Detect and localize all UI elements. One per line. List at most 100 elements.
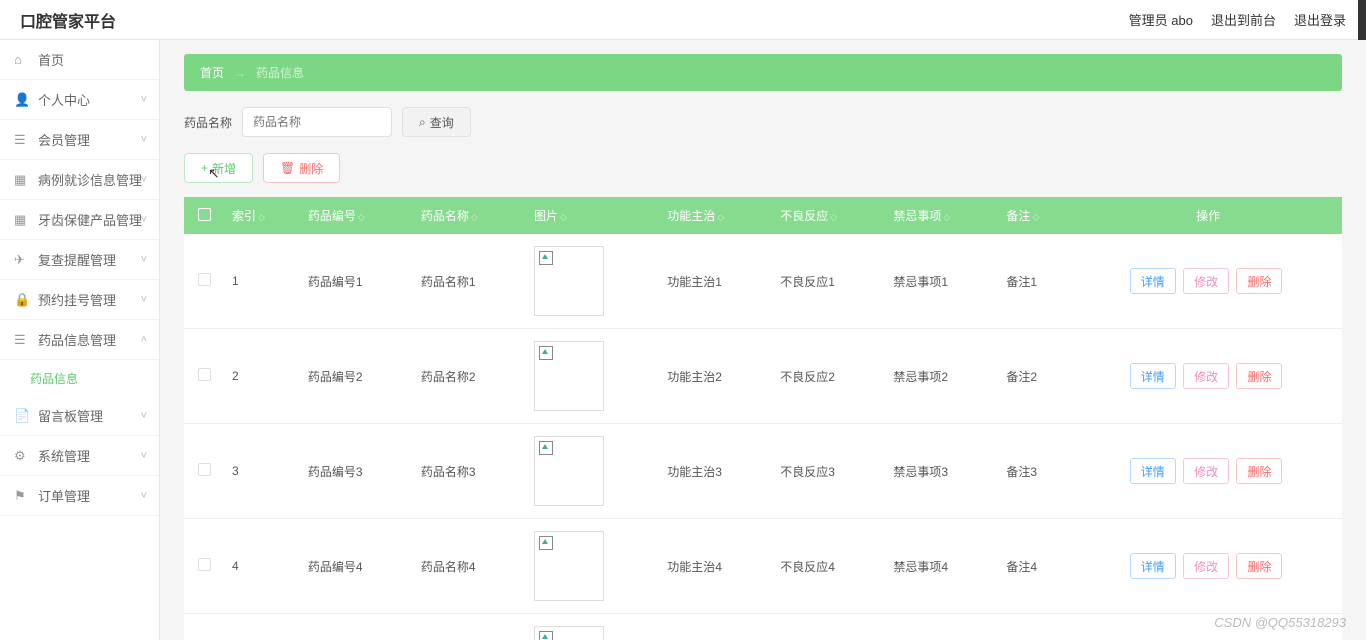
- cell-name: 药品名称4: [413, 519, 526, 614]
- cell-code: 药品编号1: [300, 234, 413, 329]
- image-placeholder[interactable]: [534, 246, 604, 316]
- chevron-down-icon: ˅: [141, 294, 147, 306]
- back-frontend-link[interactable]: 退出到前台: [1211, 10, 1276, 29]
- sidebar-item-6[interactable]: 🔒预约挂号管理˅: [0, 280, 159, 320]
- th-2[interactable]: 药品名称◇: [413, 197, 526, 234]
- cell-note: 备注1: [998, 234, 1074, 329]
- logout-link[interactable]: 退出登录: [1294, 10, 1346, 29]
- chevron-up-icon: ˄: [141, 334, 147, 346]
- sort-icon: ◇: [471, 212, 478, 222]
- submenu-item[interactable]: 药品信息: [0, 360, 159, 396]
- cell-name: 药品名称1: [413, 234, 526, 329]
- sidebar-item-7[interactable]: ☰药品信息管理˄: [0, 320, 159, 360]
- add-label: 新增: [212, 160, 236, 177]
- home-icon: ⌂: [14, 52, 30, 67]
- cell-image: [526, 329, 659, 424]
- cell-actions: 详情 修改 删除: [1074, 234, 1342, 329]
- user-icon: 👤: [14, 92, 30, 108]
- gear-icon: ⚙: [14, 448, 30, 464]
- chevron-down-icon: ˅: [141, 134, 147, 146]
- cell-idx: 3: [224, 424, 300, 519]
- th-0[interactable]: 索引◇: [224, 197, 300, 234]
- cell-note: 备注3: [998, 424, 1074, 519]
- breadcrumb-current: 药品信息: [256, 64, 304, 81]
- arrow-icon: →: [234, 66, 246, 80]
- drug-name-input[interactable]: [242, 107, 392, 137]
- sidebar-item-2[interactable]: ☰会员管理˅: [0, 120, 159, 160]
- sidebar-item-label: 预约挂号管理: [38, 290, 116, 309]
- app-title: 口腔管家平台: [20, 8, 116, 32]
- send-icon: ✈: [14, 252, 30, 268]
- sidebar-item-9[interactable]: ⚙系统管理˅: [0, 436, 159, 476]
- sort-icon: ◇: [560, 212, 567, 222]
- cell-name: 药品名称5: [413, 614, 526, 640]
- row-checkbox[interactable]: [198, 463, 211, 476]
- table-row: 2 药品编号2 药品名称2 功能主治2 不良反应2 禁忌事项2 备注2 详情 修…: [184, 329, 1342, 424]
- sidebar: ⌂首页👤个人中心˅☰会员管理˅▦病例就诊信息管理˅▦牙齿保健产品管理˅ ✈ 复查提醒…: [0, 40, 160, 640]
- cell-func: 功能主治4: [659, 519, 772, 614]
- cell-adverse: 不良反应1: [772, 234, 885, 329]
- image-placeholder[interactable]: [534, 341, 604, 411]
- row-delete-button[interactable]: 删除: [1236, 363, 1282, 389]
- doc-icon: 📄: [14, 408, 30, 424]
- sidebar-item-label: 药品信息管理: [38, 330, 116, 349]
- cell-code: 药品编号4: [300, 519, 413, 614]
- row-checkbox[interactable]: [198, 273, 211, 286]
- edit-button[interactable]: 修改: [1183, 268, 1229, 294]
- th-7[interactable]: 备注◇: [998, 197, 1074, 234]
- sidebar-item-0[interactable]: ⌂首页: [0, 40, 159, 80]
- th-5[interactable]: 不良反应◇: [772, 197, 885, 234]
- image-placeholder[interactable]: [534, 531, 604, 601]
- add-button[interactable]: + 新增: [184, 153, 253, 183]
- row-delete-button[interactable]: 删除: [1236, 268, 1282, 294]
- row-checkbox[interactable]: [198, 558, 211, 571]
- row-checkbox[interactable]: [198, 368, 211, 381]
- sidebar-item-8[interactable]: 📄留言板管理˅: [0, 396, 159, 436]
- sidebar-item-5[interactable]: ✈复查提醒管理˅: [0, 240, 159, 280]
- image-placeholder[interactable]: [534, 626, 604, 640]
- edit-button[interactable]: 修改: [1183, 458, 1229, 484]
- row-delete-button[interactable]: 删除: [1236, 553, 1282, 579]
- detail-button[interactable]: 详情: [1130, 458, 1176, 484]
- sort-icon: ◇: [258, 212, 265, 222]
- search-icon: ⌕: [419, 115, 426, 130]
- chevron-down-icon: ˅: [141, 450, 147, 462]
- cell-taboo: 禁忌事项3: [885, 424, 998, 519]
- cell-taboo: 禁忌事项1: [885, 234, 998, 329]
- scrollbar[interactable]: [1358, 0, 1366, 40]
- header: 口腔管家平台 管理员 abo 退出到前台 退出登录: [0, 0, 1366, 40]
- cell-note: 备注4: [998, 519, 1074, 614]
- sidebar-item-label: 留言板管理: [38, 406, 103, 425]
- detail-button[interactable]: 详情: [1130, 553, 1176, 579]
- sidebar-item-3[interactable]: ▦病例就诊信息管理˅: [0, 160, 159, 200]
- sidebar-item-label: 复查提醒管理: [38, 250, 116, 269]
- cell-idx: 5: [224, 614, 300, 640]
- detail-button[interactable]: 详情: [1130, 268, 1176, 294]
- breadcrumb-home[interactable]: 首页: [200, 64, 224, 81]
- chevron-down-icon: ˅: [141, 214, 147, 226]
- sidebar-item-4[interactable]: ▦牙齿保健产品管理˅: [0, 200, 159, 240]
- cell-name: 药品名称3: [413, 424, 526, 519]
- th-1[interactable]: 药品编号◇: [300, 197, 413, 234]
- th-3[interactable]: 图片◇: [526, 197, 659, 234]
- edit-button[interactable]: 修改: [1183, 553, 1229, 579]
- admin-label[interactable]: 管理员 abo: [1129, 10, 1193, 29]
- cell-taboo: 禁忌事项4: [885, 519, 998, 614]
- cell-actions: 详情 修改 删除: [1074, 329, 1342, 424]
- detail-button[interactable]: 详情: [1130, 363, 1176, 389]
- table-row: 4 药品编号4 药品名称4 功能主治4 不良反应4 禁忌事项4 备注4 详情 修…: [184, 519, 1342, 614]
- th-4[interactable]: 功能主治◇: [659, 197, 772, 234]
- sidebar-item-1[interactable]: 👤个人中心˅: [0, 80, 159, 120]
- row-delete-button[interactable]: 删除: [1236, 458, 1282, 484]
- th-8[interactable]: 操作: [1074, 197, 1342, 234]
- image-placeholder[interactable]: [534, 436, 604, 506]
- cell-taboo: 禁忌事项2: [885, 329, 998, 424]
- edit-button[interactable]: 修改: [1183, 363, 1229, 389]
- delete-button[interactable]: 🗑 删除: [263, 153, 340, 183]
- th-checkbox[interactable]: [184, 197, 224, 234]
- sidebar-item-10[interactable]: ⚑订单管理˅: [0, 476, 159, 516]
- query-button[interactable]: ⌕ 查询: [402, 107, 471, 137]
- cell-adverse: 不良反应2: [772, 329, 885, 424]
- sidebar-item-label: 病例就诊信息管理: [38, 170, 142, 189]
- th-6[interactable]: 禁忌事项◇: [885, 197, 998, 234]
